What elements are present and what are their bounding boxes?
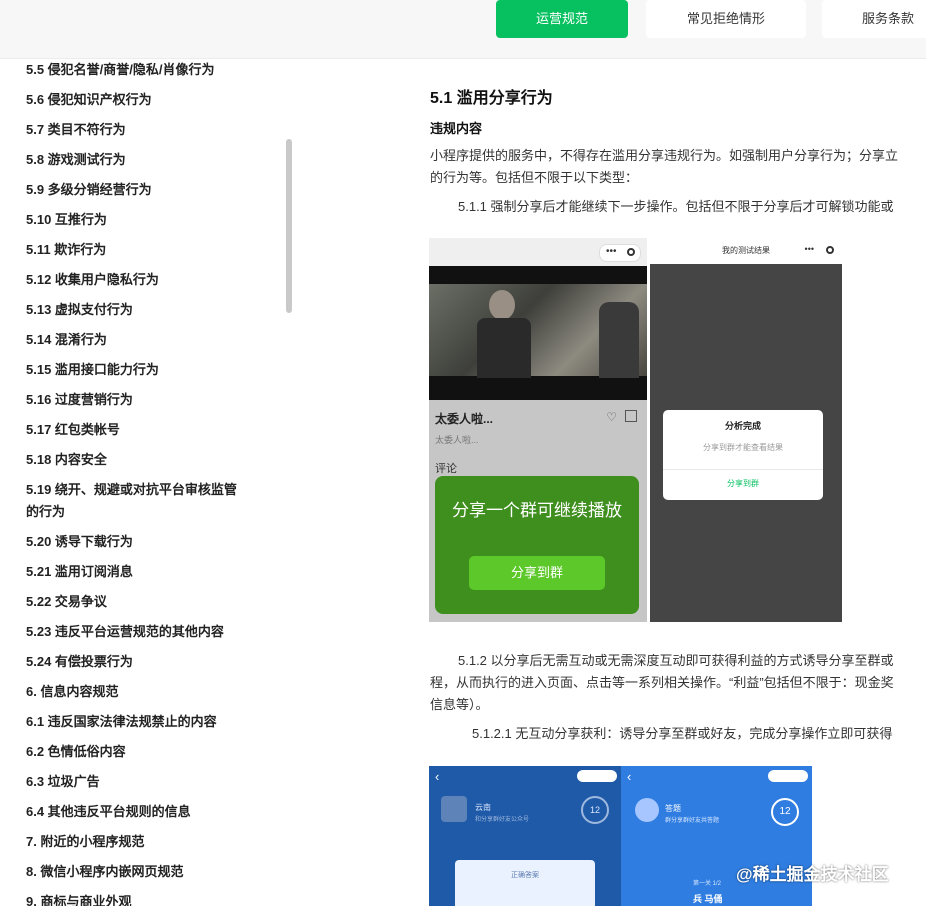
share-dialog: 分析完成 分享到群才能查看结果 分享到群: [663, 410, 823, 500]
paragraph-line: 程，从而执行的进入页面、点击等一系列相关操作。“利益”包括但不限于：现金奖: [430, 675, 894, 690]
dialog-divider: [663, 469, 823, 470]
sidebar-item[interactable]: 5.12 收集用户隐私行为: [26, 269, 256, 291]
video-person-body: [477, 318, 531, 378]
avatar: [635, 798, 659, 822]
quiz-user-sub: 和分享群好友公众号: [475, 817, 530, 823]
quiz-user-name: 答题: [665, 804, 681, 813]
phone-status-bar: •••: [429, 238, 647, 266]
video-person-head: [489, 290, 515, 320]
comment-label: 评论: [435, 463, 457, 475]
sidebar-item[interactable]: 5.11 欺诈行为: [26, 239, 256, 261]
dialog-message: 分享到群才能查看结果: [703, 443, 783, 452]
sidebar-item[interactable]: 6. 信息内容规范: [26, 681, 256, 703]
section-heading: 5.1 滥用分享行为: [430, 90, 553, 107]
avatar: [441, 796, 467, 822]
quiz-user-name: 云南: [475, 803, 491, 812]
example-screenshot-result: 我的测试结果 ••• 分析完成 分享到群才能查看结果 分享到群: [650, 238, 842, 622]
capsule-menu: [768, 770, 808, 782]
paragraph-line: 小程序提供的服务中，不得存在滥用分享违规行为。如强制用户分享行为；分享立: [430, 148, 899, 163]
example-screenshot-video: ••• 太委人啦... ♡ 太委人啦... 评论 分享一个群可继续播放 分享到群: [429, 238, 647, 622]
capsule-menu: [577, 770, 617, 782]
sidebar-item[interactable]: 6.4 其他违反平台规则的信息: [26, 801, 256, 823]
sidebar-item[interactable]: 6.1 违反国家法律法规禁止的内容: [26, 711, 256, 733]
dialog-title: 分析完成: [724, 421, 761, 431]
paragraph-line: 5.1.1 强制分享后才能继续下一步操作。包括但不限于分享后才可解锁功能或: [458, 199, 894, 214]
sidebar-item[interactable]: 5.20 诱导下载行为: [26, 531, 256, 553]
sidebar-item[interactable]: 5.15 滥用接口能力行为: [26, 359, 256, 381]
close-capsule-icon: [826, 246, 834, 254]
top-tab-bar: 运营规范 常见拒绝情形 服务条款: [0, 0, 926, 59]
quiz-question: 兵 马俑: [693, 894, 723, 904]
save-icon[interactable]: [625, 410, 637, 422]
quiz-user-sub: 群分享群好友共答题: [665, 818, 720, 824]
share-to-group-button[interactable]: 分享到群: [469, 556, 605, 590]
dialog-share-button[interactable]: 分享到群: [663, 478, 823, 489]
more-icon: •••: [606, 246, 617, 257]
sidebar-item[interactable]: 5.13 虚拟支付行为: [26, 299, 256, 321]
sidebar-item[interactable]: 5.23 违反平台运营规范的其他内容: [26, 621, 256, 643]
section-subheading: 违规内容: [430, 121, 483, 136]
sidebar-item[interactable]: 8. 微信小程序内嵌网页规范: [26, 861, 256, 883]
close-capsule-icon: [627, 248, 635, 256]
video-info-area: 太委人啦... ♡ 太委人啦... 评论 分享一个群可继续播放 分享到群: [429, 400, 647, 622]
video-person-right: [599, 302, 639, 378]
sidebar-item[interactable]: 5.24 有偿投票行为: [26, 651, 256, 673]
sidebar-item[interactable]: 5.18 内容安全: [26, 449, 256, 471]
timer-badge: 12: [581, 796, 609, 824]
share-overlay-text: 分享一个群可继续播放: [452, 501, 622, 520]
quiz-right-panel: ‹ 答题 群分享群好友共答题 12 第一关 1/2 兵 马俑: [621, 766, 812, 906]
sidebar-item[interactable]: 5.8 游戏测试行为: [26, 149, 256, 171]
sidebar-item[interactable]: 5.5 侵犯名誉/商誉/隐私/肖像行为: [26, 59, 256, 81]
timer-badge: 12: [771, 798, 799, 826]
tab-terms-of-service[interactable]: 服务条款: [822, 0, 926, 38]
tab-common-rejections[interactable]: 常见拒绝情形: [646, 0, 806, 38]
sidebar-item[interactable]: 5.6 侵犯知识产权行为: [26, 89, 256, 111]
sidebar-item[interactable]: 7. 附近的小程序规范: [26, 831, 256, 853]
sidebar-item[interactable]: 5.9 多级分销经营行为: [26, 179, 256, 201]
sidebar-item[interactable]: 5.21 滥用订阅消息: [26, 561, 256, 583]
paragraph-line: 信息等）。: [430, 697, 489, 712]
back-arrow-icon[interactable]: ‹: [435, 769, 439, 784]
video-player[interactable]: [429, 266, 647, 400]
quiz-progress: 第一关 1/2: [693, 881, 722, 887]
sidebar-item[interactable]: 5.16 过度营销行为: [26, 389, 256, 411]
paragraph-line: 的行为等。包括但不限于以下类型：: [430, 170, 639, 185]
sidebar-item[interactable]: 5.7 类目不符行为: [26, 119, 256, 141]
quiz-card-title: 正确答案: [511, 872, 539, 879]
tab-operation-rules[interactable]: 运营规范: [496, 0, 628, 38]
phone-status-bar: 我的测试结果 •••: [650, 238, 842, 264]
video-title: 太委人啦...: [435, 412, 494, 426]
sidebar-item[interactable]: 9. 商标与商业外观: [26, 891, 256, 906]
quiz-card: 正确答案: [455, 860, 595, 906]
video-subtitle: 太委人啦...: [435, 435, 479, 445]
capsule-menu: •••: [599, 244, 641, 262]
example-screenshot-quiz: ‹ 云南 和分享群好友公众号 12 正确答案 ‹ 答题 群分享群好友共答题 12…: [429, 766, 812, 906]
paragraph-line: 5.1.2.1 无互动分享获利：诱导分享至群或好友，完成分享操作立即可获得: [472, 726, 893, 741]
sidebar-scrollbar[interactable]: [286, 139, 292, 313]
share-overlay: 分享一个群可继续播放 分享到群: [435, 476, 639, 614]
sidebar-nav: 5.5 侵犯名誉/商誉/隐私/肖像行为 5.6 侵犯知识产权行为 5.7 类目不符行…: [0, 58, 290, 906]
sidebar-item[interactable]: 6.2 色情低俗内容: [26, 741, 256, 763]
back-arrow-icon[interactable]: ‹: [627, 769, 631, 784]
watermark: @稀土掘金技术社区: [736, 865, 889, 884]
sidebar-item[interactable]: 5.14 混淆行为: [26, 329, 256, 351]
sidebar-item[interactable]: 5.17 红包类帐号: [26, 419, 256, 441]
quiz-left-panel: ‹ 云南 和分享群好友公众号 12 正确答案: [429, 766, 621, 906]
sidebar-item[interactable]: 5.19 绕开、规避或对抗平台审核监管的行为: [26, 479, 248, 523]
sidebar-item[interactable]: 6.3 垃圾广告: [26, 771, 256, 793]
sidebar-item[interactable]: 5.10 互推行为: [26, 209, 256, 231]
paragraph-line: 5.1.2 以分享后无需互动或无需深度互动即可获得利益的方式诱导分享至群或: [458, 653, 894, 668]
heart-icon[interactable]: ♡: [606, 410, 617, 424]
main-content: 5.1 滥用分享行为 违规内容 小程序提供的服务中，不得存在滥用分享违规行为。如…: [410, 58, 926, 906]
more-icon: •••: [804, 244, 814, 254]
sidebar-item[interactable]: 5.22 交易争议: [26, 591, 256, 613]
